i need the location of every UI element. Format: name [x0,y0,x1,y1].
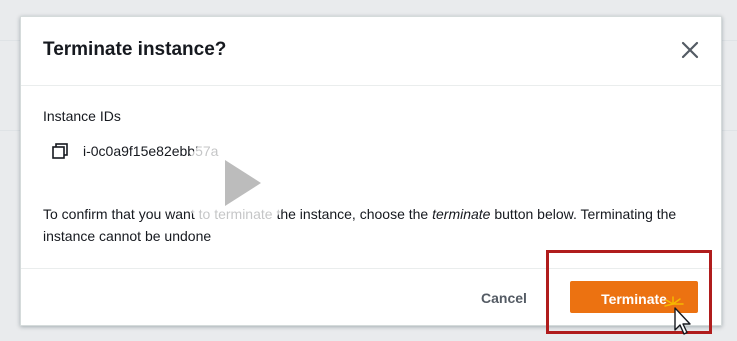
background-divider [0,40,20,41]
close-icon[interactable] [679,39,701,61]
terminate-instance-modal: Terminate instance? Instance IDs i-0c0a9… [20,16,722,326]
modal-footer: Cancel Terminate [21,268,721,325]
terminate-button[interactable]: Terminate [570,281,698,313]
background-divider [0,130,20,131]
modal-title: Terminate instance? [43,39,227,60]
modal-body: Instance IDs i-0c0a9f15e82ebb57a To conf… [21,86,721,269]
background-divider [720,130,737,131]
modal-header: Terminate instance? [21,17,721,86]
instance-ids-label: Instance IDs [43,108,121,124]
copy-icon[interactable] [51,142,69,160]
cancel-button[interactable]: Cancel [467,283,541,313]
play-icon[interactable] [183,130,289,236]
confirm-message-emphasis: terminate [432,206,491,222]
background-divider [720,40,737,41]
confirm-message: To confirm that you want to terminate th… [43,203,713,247]
